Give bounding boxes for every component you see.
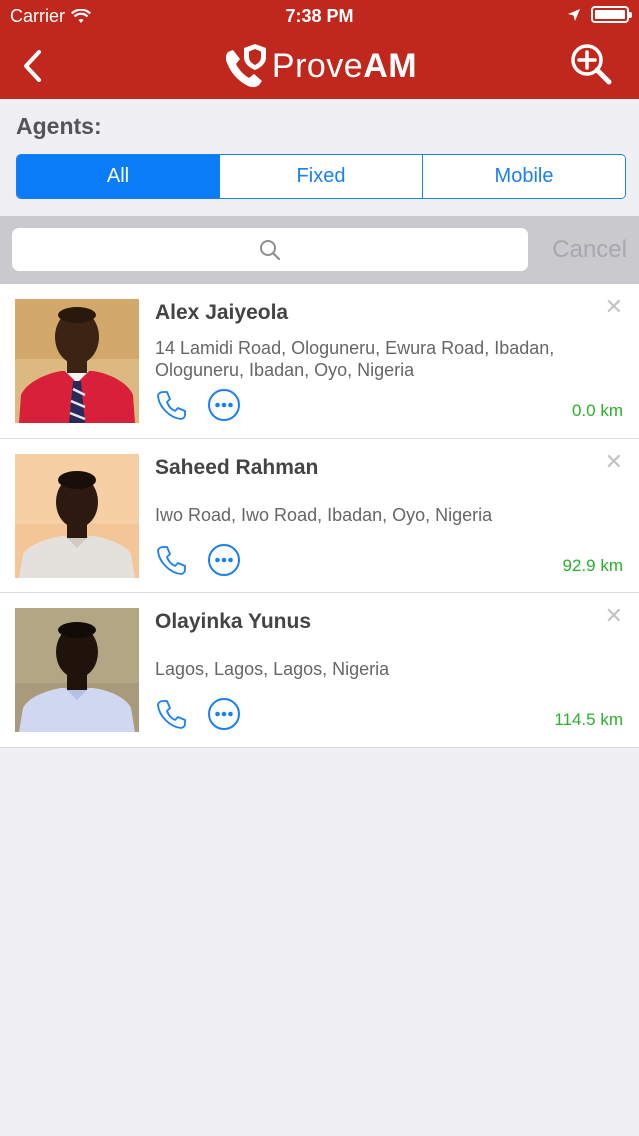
nav-bar: ProveAM — [0, 32, 639, 99]
status-time: 7:38 PM — [285, 6, 354, 26]
search-icon — [260, 239, 281, 260]
phone-shield-logo-icon — [225, 44, 266, 88]
search-input[interactable] — [12, 228, 528, 271]
phone-icon — [157, 700, 186, 729]
call-button[interactable] — [155, 388, 189, 422]
zoom-in-icon — [571, 44, 612, 85]
agent-photo — [15, 608, 139, 732]
more-button[interactable] — [207, 388, 241, 422]
agent-distance: 92.9 km — [562, 555, 623, 575]
search-bar: Cancel — [0, 216, 639, 284]
agents-label: Agents: — [16, 113, 102, 139]
app-title: ProveAM — [272, 47, 417, 86]
agent-name: Olayinka Yunus — [155, 610, 312, 633]
call-button[interactable] — [155, 543, 189, 577]
more-icon — [208, 543, 240, 576]
segment-all[interactable]: All — [17, 155, 220, 198]
agent-name: Alex Jaiyeola — [155, 301, 289, 324]
phone-icon — [157, 391, 186, 420]
cancel-button[interactable]: Cancel — [552, 236, 627, 264]
agent-address: 14 Lamidi Road, Ologuneru, Ewura Road, I… — [155, 338, 555, 380]
close-icon[interactable]: ✕ — [605, 296, 623, 318]
call-button[interactable] — [155, 697, 189, 731]
segment-mobile[interactable]: Mobile — [423, 155, 625, 198]
agent-address: Iwo Road, Iwo Road, Ibadan, Oyo, Nigeria — [155, 504, 493, 525]
more-icon — [208, 389, 240, 421]
agent-row[interactable]: Alex Jaiyeola 14 Lamidi Road, Ologuneru,… — [0, 284, 639, 439]
more-button[interactable] — [207, 543, 241, 577]
battery-icon — [591, 6, 632, 23]
status-bar: Carrier 7:38 PM — [0, 0, 639, 32]
agent-type-segmented-control: All Fixed Mobile — [16, 154, 626, 199]
agent-photo — [15, 299, 139, 423]
agent-row[interactable]: Saheed Rahman Iwo Road, Iwo Road, Ibadan… — [0, 439, 639, 593]
close-icon[interactable]: ✕ — [605, 450, 623, 473]
zoom-in-button[interactable] — [569, 42, 613, 86]
app-logo: ProveAM — [0, 40, 639, 92]
app-title-light: Prove — [271, 46, 364, 85]
app-title-bold: AM — [363, 46, 418, 85]
agent-distance: 0.0 km — [571, 401, 623, 420]
agent-row[interactable]: Olayinka Yunus Lagos, Lagos, Lagos, Nige… — [0, 593, 639, 748]
agent-list: Alex Jaiyeola 14 Lamidi Road, Ologuneru,… — [0, 284, 639, 748]
more-icon — [208, 698, 240, 730]
agent-photo — [15, 453, 139, 578]
location-arrow-icon — [568, 8, 580, 21]
app-header: Carrier 7:38 PM ProveAM — [0, 0, 639, 99]
agent-distance: 114.5 km — [554, 710, 623, 729]
agent-address: Lagos, Lagos, Lagos, Nigeria — [155, 659, 390, 679]
more-button[interactable] — [207, 697, 241, 731]
close-icon[interactable]: ✕ — [605, 605, 623, 627]
phone-icon — [157, 545, 186, 575]
segment-fixed[interactable]: Fixed — [220, 155, 423, 198]
agent-name: Saheed Rahman — [155, 455, 319, 479]
